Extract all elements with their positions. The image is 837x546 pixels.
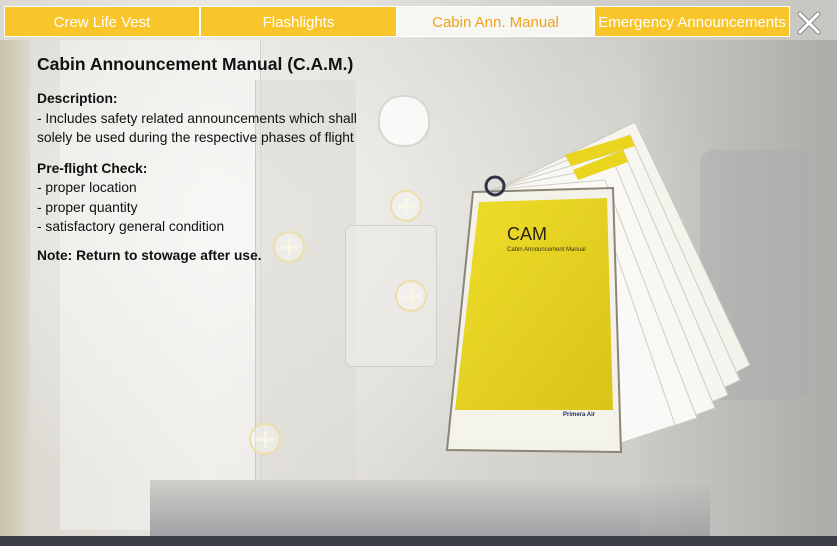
cabin-announcement-manual-image: CAM Cabin Announcement Manual Primera Ai… xyxy=(425,110,765,470)
description-line: - Includes safety related announcements … xyxy=(37,110,357,126)
preflight-item: - satisfactory general condition xyxy=(37,219,225,234)
tab-cabin-ann-manual[interactable]: Cabin Ann. Manual xyxy=(397,6,594,37)
preflight-block: Pre-flight Check: - proper location - pr… xyxy=(37,159,417,237)
close-icon[interactable] xyxy=(794,8,824,38)
hotspot-plus-icon[interactable] xyxy=(273,231,305,263)
tab-crew-life-vest[interactable]: Crew Life Vest xyxy=(4,6,200,37)
stowage-note: Note: Return to stowage after use. xyxy=(37,247,262,263)
brand-logo-text: Primera Air xyxy=(563,412,596,418)
description-line: solely be used during the respective pha… xyxy=(37,130,354,145)
cam-cover-subtitle: Cabin Announcement Manual xyxy=(507,247,586,253)
hotspot-plus-icon[interactable] xyxy=(390,190,422,222)
preflight-item: - proper location xyxy=(37,180,137,195)
hotspot-plus-icon[interactable] xyxy=(249,423,281,455)
cam-cover-title: CAM xyxy=(507,224,547,244)
page-title: Cabin Announcement Manual (C.A.M.) xyxy=(37,54,354,74)
preflight-heading: Pre-flight Check: xyxy=(37,160,148,176)
description-block: Description: - Includes safety related a… xyxy=(37,89,417,148)
hotspot-plus-icon[interactable] xyxy=(395,280,427,312)
preflight-item: - proper quantity xyxy=(37,199,138,215)
tab-emergency-announcements[interactable]: Emergency Announcements xyxy=(594,6,790,37)
description-heading: Description: xyxy=(37,91,118,106)
tab-flashlights[interactable]: Flashlights xyxy=(200,6,397,37)
tab-bar: Crew Life Vest Flashlights Cabin Ann. Ma… xyxy=(4,6,790,39)
info-panel: Cabin Announcement Manual (C.A.M.) Descr… xyxy=(37,54,417,263)
